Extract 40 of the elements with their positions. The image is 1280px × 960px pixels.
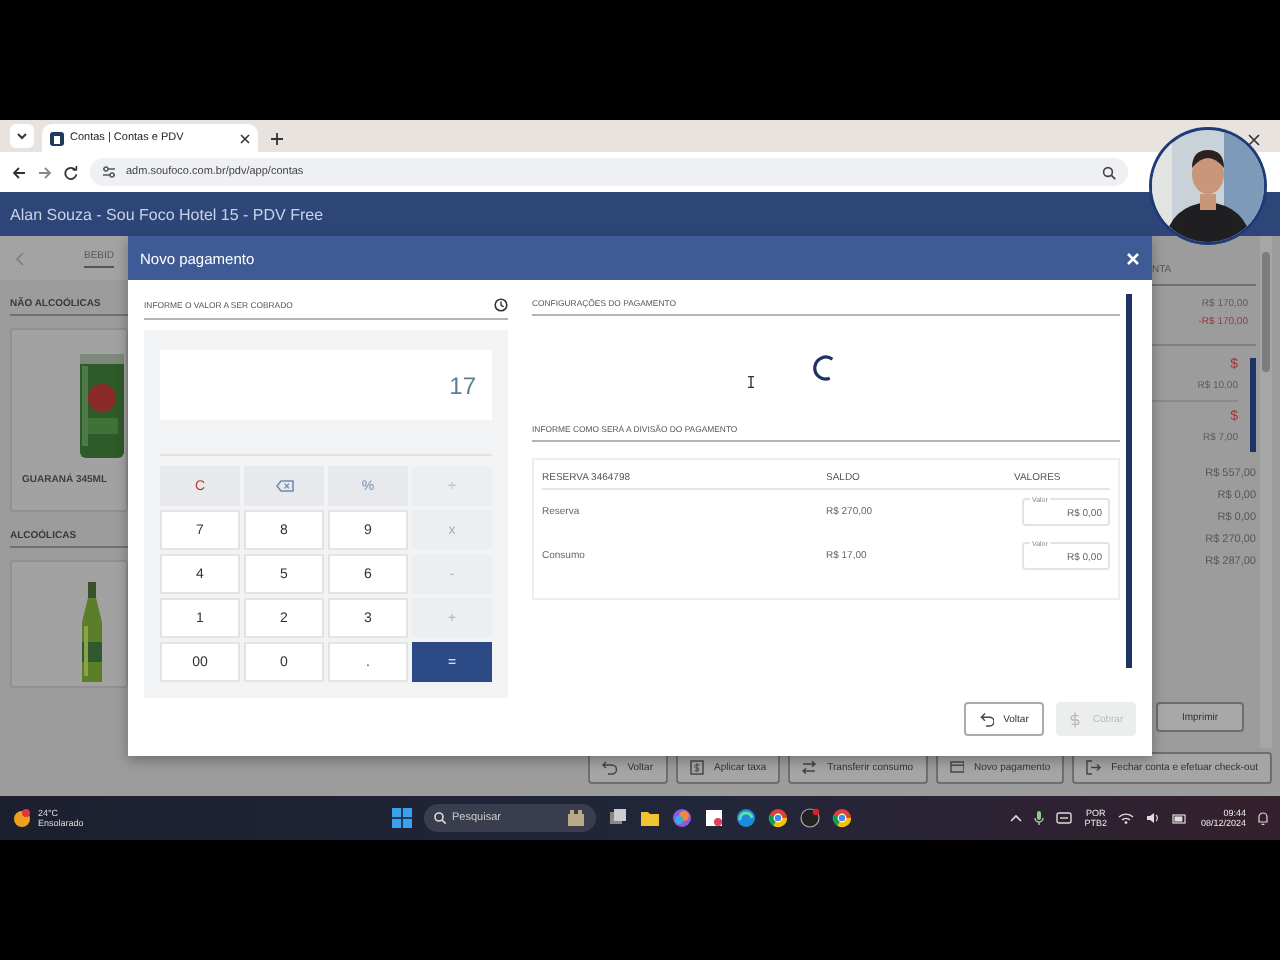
notification-bell-icon[interactable] bbox=[1258, 811, 1268, 825]
start-icon[interactable] bbox=[392, 808, 412, 828]
site-icon bbox=[50, 131, 64, 145]
amount-value: 17 bbox=[449, 371, 476, 399]
folder-icon[interactable] bbox=[640, 808, 660, 828]
tab-list-button[interactable] bbox=[10, 124, 34, 148]
scrollbar[interactable] bbox=[1260, 236, 1272, 748]
microphone-icon[interactable] bbox=[1034, 810, 1045, 826]
undo-icon bbox=[602, 760, 618, 776]
sun-icon bbox=[12, 808, 32, 828]
dollar-icon bbox=[689, 760, 705, 776]
chevron-up-icon[interactable] bbox=[1010, 814, 1023, 822]
swap-arrows-icon bbox=[802, 760, 818, 776]
building-icon bbox=[566, 810, 586, 826]
text-cursor-icon bbox=[748, 376, 754, 388]
speaker-icon[interactable] bbox=[1146, 812, 1161, 824]
backspace-icon bbox=[275, 480, 293, 492]
dollar-icon bbox=[1068, 711, 1083, 727]
task-view-icon[interactable] bbox=[608, 808, 628, 828]
undo-icon bbox=[979, 711, 994, 727]
wifi-icon[interactable] bbox=[1118, 812, 1135, 824]
chrome-icon[interactable] bbox=[832, 808, 852, 828]
product-card[interactable] bbox=[10, 560, 128, 688]
close-icon[interactable] bbox=[240, 133, 250, 143]
forward-arrow-icon[interactable] bbox=[38, 165, 52, 179]
back-arrow-icon[interactable] bbox=[12, 165, 26, 179]
site-settings-icon bbox=[102, 166, 116, 178]
history-icon[interactable] bbox=[494, 298, 508, 312]
zoom-icon[interactable] bbox=[1102, 165, 1116, 179]
exit-icon bbox=[1086, 760, 1102, 776]
battery-icon[interactable] bbox=[1172, 813, 1189, 823]
plus-icon[interactable] bbox=[270, 132, 284, 146]
search-icon bbox=[434, 812, 446, 824]
chevron-down-icon bbox=[16, 132, 28, 140]
display-icon[interactable] bbox=[1056, 812, 1073, 824]
app-title: Alan Souza - Sou Foco Hotel 15 - PDV Free bbox=[10, 205, 324, 223]
reload-icon[interactable] bbox=[64, 165, 78, 179]
chrome-icon[interactable] bbox=[768, 808, 788, 828]
close-icon[interactable] bbox=[1248, 134, 1260, 146]
card-icon bbox=[949, 760, 965, 776]
